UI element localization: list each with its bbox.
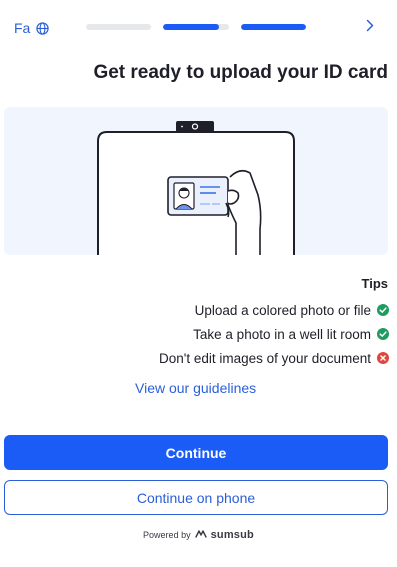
language-label: Fa	[14, 20, 31, 36]
progress-step-1	[86, 24, 151, 30]
check-circle-icon	[377, 328, 389, 340]
illustration-panel	[4, 107, 388, 255]
progress-step-3	[241, 24, 306, 30]
language-selector[interactable]: Fa	[14, 18, 50, 38]
powered-by-footer: Powered by sumsub	[0, 529, 397, 541]
globe-icon	[36, 21, 50, 35]
brand-name: sumsub	[210, 529, 254, 541]
progress-step-2	[163, 24, 229, 30]
progress-step-3-fill	[241, 24, 306, 30]
top-bar: Fa	[0, 0, 397, 56]
powered-by-label: Powered by	[143, 530, 191, 540]
tip-text: Upload a colored photo or file	[194, 302, 371, 318]
tips-title: Tips	[361, 276, 389, 291]
tip-item: Take a photo in a well lit room	[159, 322, 389, 346]
tips-list: Upload a colored photo or file Take a ph…	[159, 298, 389, 370]
continue-on-phone-button[interactable]: Continue on phone	[4, 480, 388, 515]
check-circle-icon	[377, 304, 389, 316]
progress-step-2-fill	[163, 24, 220, 30]
chevron-right-icon	[366, 19, 374, 37]
id-card-in-front-of-camera-illustration	[97, 121, 295, 255]
page-title: Get ready to upload your ID card	[93, 62, 388, 83]
sumsub-logo-icon	[194, 529, 207, 541]
continue-button[interactable]: Continue	[4, 435, 388, 470]
tip-text: Take a photo in a well lit room	[193, 326, 371, 342]
next-button[interactable]	[361, 18, 379, 38]
tip-text: Don't edit images of your document	[159, 350, 371, 366]
tip-item: Upload a colored photo or file	[159, 298, 389, 322]
x-circle-icon	[377, 352, 389, 364]
view-guidelines-link[interactable]: View our guidelines	[135, 380, 256, 396]
tip-item: Don't edit images of your document	[159, 346, 389, 370]
